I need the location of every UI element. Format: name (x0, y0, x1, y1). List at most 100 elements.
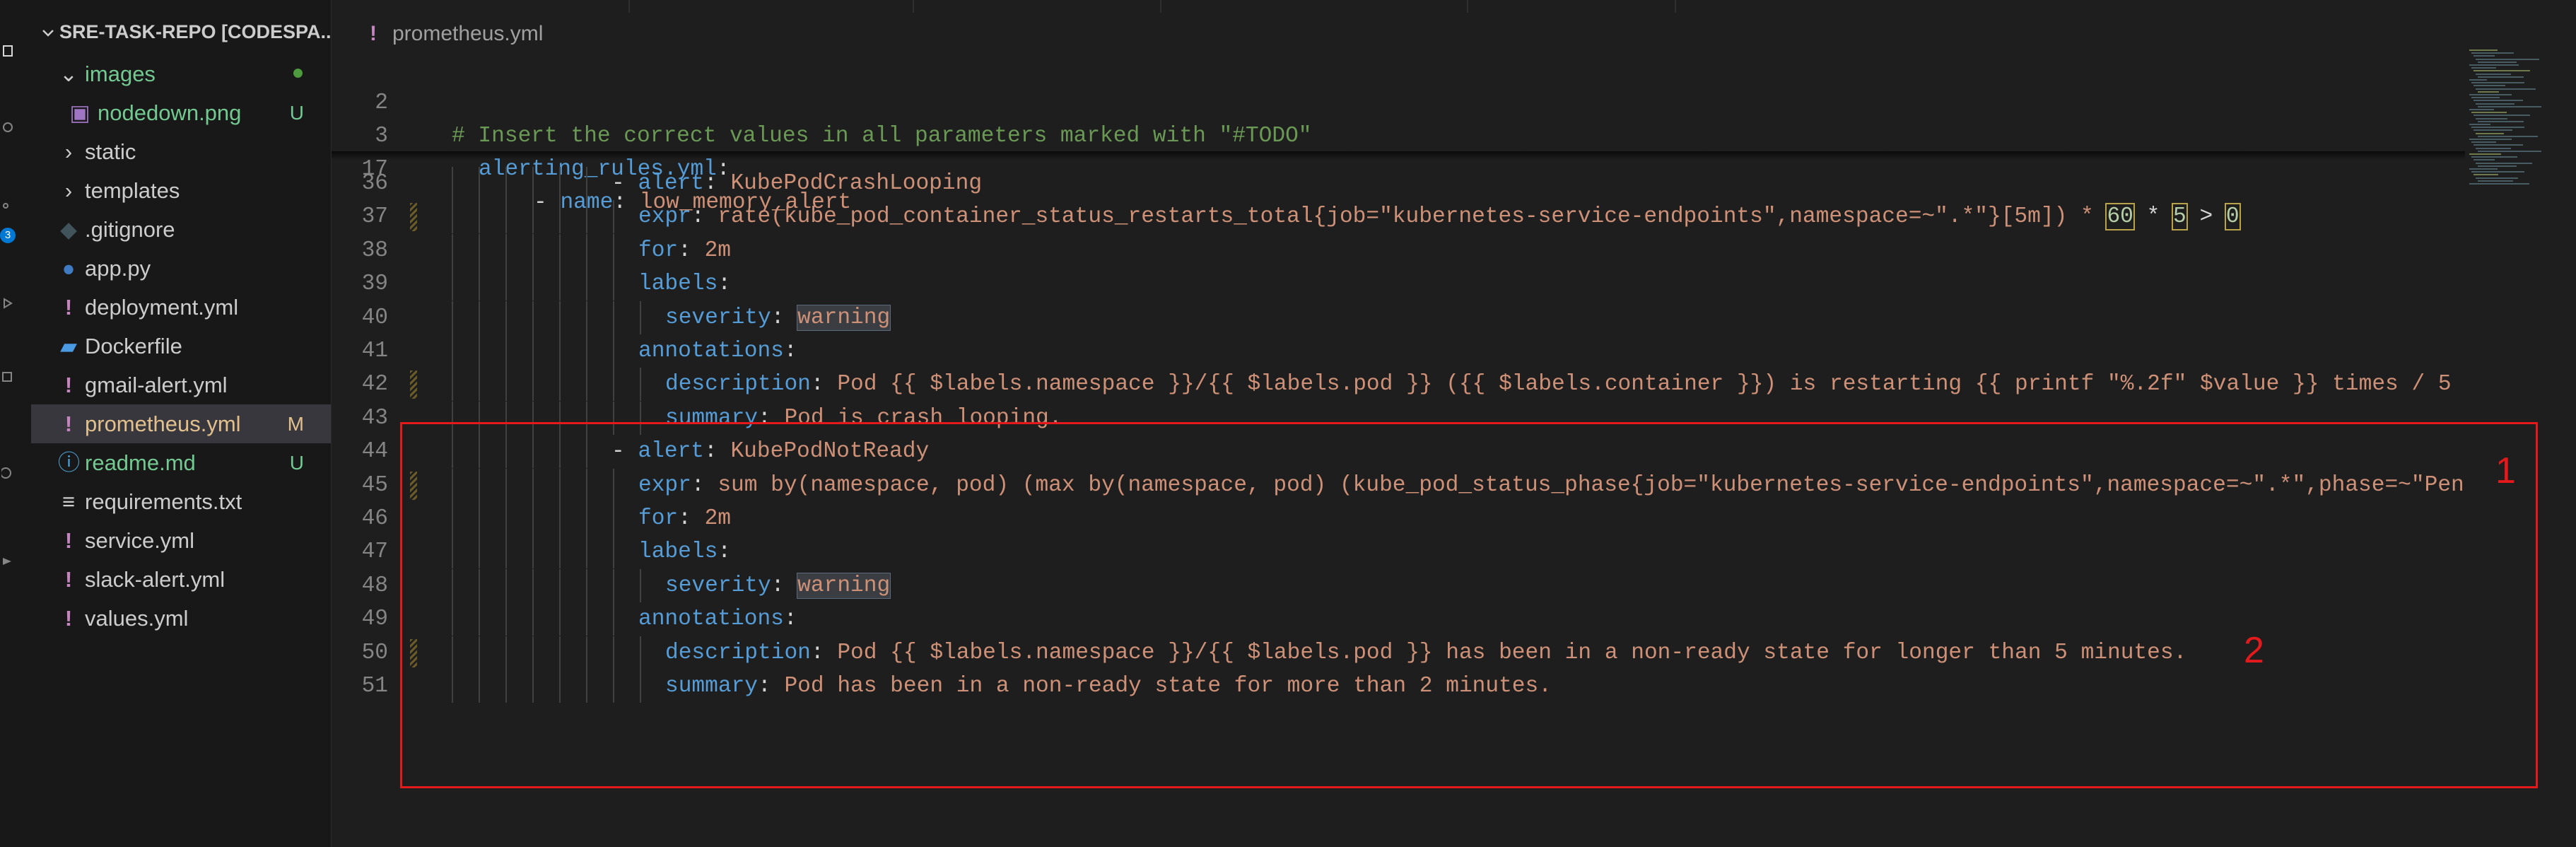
explorer-item-gmail-alert-yml[interactable]: ! gmail-alert.yml (31, 366, 331, 404)
git-status-badge: U (289, 452, 304, 474)
explorer-icon[interactable] (1, 45, 14, 57)
minimap-line (2476, 162, 2532, 164)
explorer-item-label: gmail-alert.yml (85, 373, 228, 397)
explorer-item-deployment-yml[interactable]: ! deployment.yml (31, 288, 331, 327)
explorer-item-label: app.py (85, 256, 151, 281)
indent-guide (452, 167, 453, 200)
explorer-item-readme-md[interactable]: ⓘ readme.md U (31, 443, 331, 482)
explorer-item-app-py[interactable]: ● app.py (31, 249, 331, 288)
line-number: 43 (361, 406, 388, 431)
indent-guide (586, 234, 587, 267)
indent-guide (479, 334, 480, 368)
minimap-line (2478, 165, 2517, 167)
image-file-icon: ▣ (69, 100, 90, 125)
minimap-line (2473, 115, 2530, 117)
minimap-line (2476, 147, 2511, 149)
minimap-line (2476, 132, 2504, 134)
minimap-line (2476, 103, 2514, 105)
minimap-line (2471, 127, 2524, 129)
yaml-file-icon: ! (64, 411, 73, 436)
minimap-line (2476, 58, 2539, 60)
indent-guide (613, 267, 614, 300)
source-control-icon[interactable] (1, 203, 14, 216)
yaml-file-icon: ! (370, 22, 377, 45)
indent-guide (586, 267, 587, 300)
explorer-item-label: templates (85, 178, 180, 203)
indent-guide (479, 267, 480, 300)
indent-guide (505, 334, 507, 368)
code-text: labels: (638, 271, 732, 296)
explorer-item-service-yml[interactable]: ! service.yml (31, 521, 331, 560)
code-text: expr: rate(kube_pod_container_status_res… (638, 203, 2241, 230)
remote-explorer-icon[interactable] (1, 467, 14, 479)
minimap-line (2473, 159, 2495, 161)
run-debug-icon[interactable] (1, 297, 14, 310)
line-number: 39 (361, 271, 388, 296)
explorer-item-label: requirements.txt (85, 489, 242, 514)
indent-guide (452, 234, 453, 267)
explorer-item-static[interactable]: › static (31, 132, 331, 171)
minimap-line (2478, 135, 2538, 137)
line-number: 37 (361, 204, 388, 229)
explorer-item-prometheus-yml[interactable]: ! prometheus.yml M (31, 404, 331, 443)
indent-guide (586, 301, 587, 334)
indent-guide (452, 368, 453, 401)
minimap-line (2478, 120, 2524, 122)
indent-guide (532, 334, 534, 368)
code-line: 38 for: 2m (332, 234, 2465, 267)
line-number: 47 (361, 539, 388, 564)
sticky-line-2: 2 # Insert the correct values in all par… (375, 90, 1312, 148)
line-number: 40 (361, 305, 388, 330)
chevron-down-icon: ⌄ (59, 62, 78, 86)
search-icon[interactable] (1, 122, 14, 134)
indent-guide (452, 301, 453, 334)
chevron-right-icon: › (64, 139, 73, 164)
breadcrumb[interactable]: ! prometheus.yml (370, 18, 543, 49)
git-file-icon: ◆ (60, 217, 77, 242)
line-number: 41 (361, 339, 388, 363)
extensions-icon[interactable] (1, 371, 14, 384)
code-line: 37 expr: rate(kube_pod_container_status_r… (332, 200, 2465, 233)
yaml-file-icon: ! (64, 373, 73, 397)
minimap-line (2476, 73, 2511, 75)
code-text: annotations: (638, 339, 797, 363)
yaml-file-icon: ! (64, 606, 73, 631)
explorer-item-requirements-txt[interactable]: ≡ requirements.txt (31, 482, 331, 521)
live-share-icon[interactable] (1, 555, 14, 568)
indent-guide (559, 334, 561, 368)
explorer-item-values-yml[interactable]: ! values.yml (31, 599, 331, 638)
minimap-line (2473, 174, 2498, 176)
minimap-line (2469, 49, 2498, 51)
minimap-line (2473, 70, 2530, 72)
line-number: 49 (361, 607, 388, 631)
explorer-item-dockerfile[interactable]: ▰ Dockerfile (31, 327, 331, 366)
indent-guide (452, 200, 453, 233)
minimap-line (2471, 171, 2524, 173)
code-line: 36 - alert: KubePodCrashLooping (332, 167, 2465, 200)
minimap-line (2476, 177, 2518, 179)
indent-guide (559, 167, 561, 200)
file-tree: ⌄ images ▣ nodedown.png U › static › templates ◆.… (31, 54, 331, 638)
code-text: description: Pod {{ $labels.namespace }}… (665, 372, 2465, 397)
explorer-item-nodedown-png[interactable]: ▣ nodedown.png U (31, 93, 331, 132)
indent-guide (613, 234, 614, 267)
indent-guide (532, 200, 534, 233)
minimap-line (2473, 100, 2523, 102)
explorer-item-images[interactable]: ⌄ images (31, 54, 331, 93)
indent-guide (479, 368, 480, 401)
explorer-item-label: nodedown.png (98, 100, 242, 125)
chevron-right-icon: › (64, 178, 73, 203)
minimap-line (2469, 94, 2512, 95)
explorer-item-slack-alert-yml[interactable]: ! slack-alert.yml (31, 560, 331, 599)
minimap-line (2471, 67, 2496, 69)
minimap-line (2471, 82, 2524, 84)
indent-guide (559, 301, 561, 334)
explorer-item-gitignore[interactable]: ◆ .gitignore (31, 210, 331, 249)
indent-guide (479, 301, 480, 334)
explorer-item-templates[interactable]: › templates (31, 171, 331, 210)
annotation-label-2: 2 (2244, 630, 2264, 671)
info-file-icon: ⓘ (58, 450, 80, 475)
explorer-repo-header[interactable]: SRE-TASK-REPO [CODESPA... (41, 21, 336, 43)
indent-guide (479, 167, 480, 200)
indent-guide (505, 267, 507, 300)
